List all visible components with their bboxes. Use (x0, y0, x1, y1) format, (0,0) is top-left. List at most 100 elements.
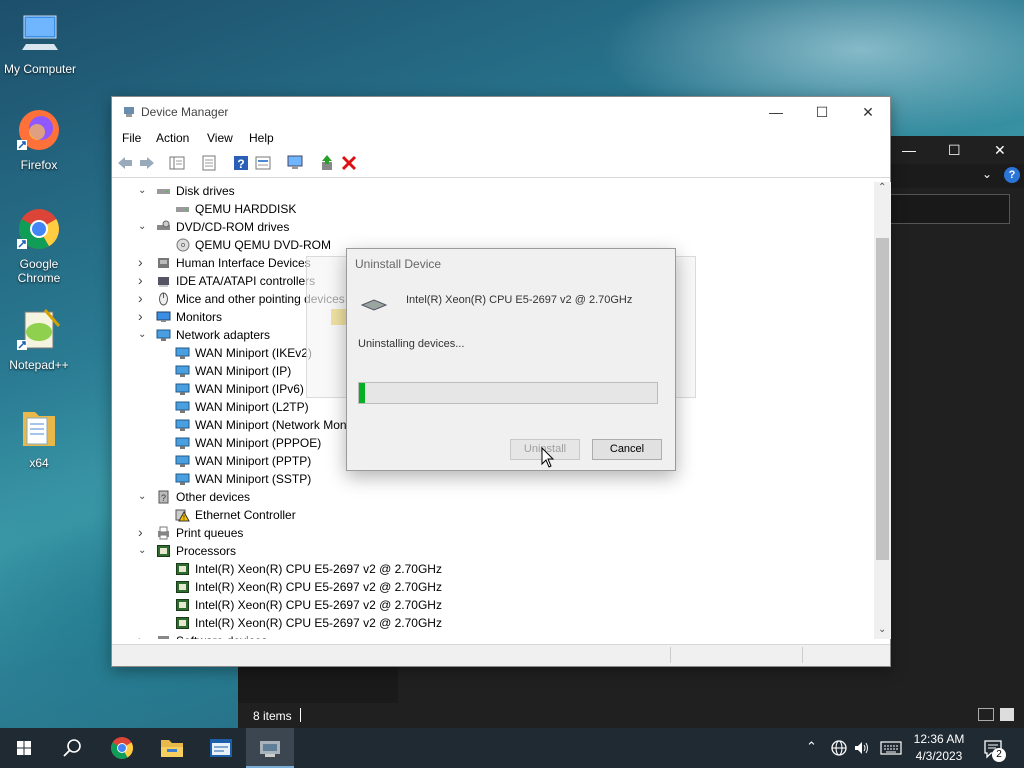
desktop-icon-notepadpp[interactable]: Notepad++ (0, 306, 79, 372)
tree-device[interactable]: Intel(R) Xeon(R) CPU E5-2697 v2 @ 2.70GH… (113, 596, 853, 614)
details-view-icon[interactable] (978, 708, 994, 721)
collapse-chevron-icon[interactable]: ⌄ (138, 326, 150, 344)
taskbar-file-explorer[interactable] (148, 728, 196, 768)
monitor-icon (156, 311, 171, 322)
tree-device[interactable]: WAN Miniport (SSTP) (113, 470, 853, 488)
clock[interactable]: 12:36 AM 4/3/2023 (904, 731, 974, 765)
tree-item-label: WAN Miniport (L2TP) (195, 400, 309, 414)
taskbar-control-panel[interactable] (197, 728, 245, 768)
minimize-button[interactable]: — (753, 97, 799, 127)
bg-minimize-button[interactable]: — (902, 142, 916, 158)
expand-chevron-icon[interactable]: › (138, 631, 150, 639)
tree-category[interactable]: › Software devices (113, 632, 853, 639)
menu-bar: File Action View Help (112, 128, 890, 148)
tree-item-label: Intel(R) Xeon(R) CPU E5-2697 v2 @ 2.70GH… (195, 580, 442, 594)
scroll-up-icon[interactable]: ⌃ (878, 182, 886, 193)
folder-icon (15, 404, 63, 452)
tree-category[interactable]: › Print queues (113, 524, 853, 542)
desktop-icon-firefox[interactable]: Firefox (0, 106, 79, 172)
app-window-icon (210, 739, 232, 757)
desktop-icon-my-computer[interactable]: My Computer (0, 10, 80, 76)
tree-device[interactable]: QEMU HARDDISK (113, 200, 853, 218)
tree-item-label: WAN Miniport (IPv6) (195, 382, 304, 396)
bg-search-box[interactable] (890, 194, 1010, 224)
tree-item-label: Intel(R) Xeon(R) CPU E5-2697 v2 @ 2.70GH… (195, 616, 442, 630)
tree-category[interactable]: ⌄ Disk drives (113, 182, 853, 200)
tree-item-label: WAN Miniport (PPPOE) (195, 436, 322, 450)
tree-device[interactable]: ! Ethernet Controller (113, 506, 853, 524)
forward-arrow-icon[interactable] (138, 154, 156, 172)
tree-category[interactable]: ⌄ Processors (113, 542, 853, 560)
properties-icon[interactable] (200, 154, 218, 172)
menu-help[interactable]: Help (249, 131, 274, 145)
taskbar-device-manager[interactable] (246, 728, 294, 768)
expand-chevron-icon[interactable]: › (138, 523, 150, 541)
collapse-chevron-icon[interactable]: ⌄ (138, 542, 150, 560)
maximize-button[interactable]: ☐ (799, 97, 845, 127)
speaker-icon[interactable] (853, 739, 871, 757)
uninstall-device-dialog[interactable]: Uninstall Device Intel(R) Xeon(R) CPU E5… (346, 248, 676, 471)
expand-chevron-icon[interactable]: › (138, 289, 150, 307)
menu-file[interactable]: File (122, 131, 141, 145)
tiles-view-icon[interactable] (1000, 708, 1014, 721)
scroll-down-icon[interactable]: ⌄ (878, 624, 886, 635)
tree-device[interactable]: Intel(R) Xeon(R) CPU E5-2697 v2 @ 2.70GH… (113, 614, 853, 632)
desktop-icon-chrome[interactable]: Google Chrome (0, 205, 79, 285)
help-icon[interactable]: ? (232, 154, 250, 172)
uninstall-progress-bar (358, 382, 658, 404)
chevron-up-icon[interactable]: ⌃ (806, 739, 817, 755)
warning-icon (331, 309, 347, 325)
tree-category[interactable]: ⌄? Other devices (113, 488, 853, 506)
vertical-scrollbar[interactable]: ⌃ ⌄ (874, 182, 891, 639)
update-driver-icon[interactable] (318, 154, 336, 172)
collapse-chevron-icon[interactable]: ⌄ (138, 182, 150, 200)
dvd-disc-icon (176, 238, 190, 252)
network-adapter-icon (175, 383, 190, 395)
tree-item-label: Disk drives (176, 184, 235, 198)
scrollbar-thumb[interactable] (876, 238, 889, 560)
computer-icon (16, 10, 64, 58)
cancel-button[interactable]: Cancel (592, 439, 662, 460)
desktop-icon-label: x64 (29, 456, 49, 470)
expand-chevron-icon[interactable]: › (138, 271, 150, 289)
desktop-icon-x64[interactable]: x64 (0, 404, 79, 470)
help-icon[interactable]: ? (1004, 167, 1020, 183)
mouse-icon (159, 292, 168, 306)
device-manager-icon (260, 741, 280, 757)
bg-maximize-button[interactable]: ☐ (948, 142, 961, 159)
close-button[interactable]: ✕ (845, 97, 891, 127)
keyboard-icon[interactable] (880, 740, 902, 756)
collapse-chevron-icon[interactable]: ⌄ (138, 218, 150, 236)
chevron-down-icon[interactable]: ⌄ (982, 167, 992, 181)
start-button[interactable] (0, 728, 48, 768)
back-arrow-icon[interactable] (116, 154, 134, 172)
show-hide-tree-icon[interactable] (168, 154, 186, 172)
collapse-chevron-icon[interactable]: ⌄ (138, 488, 150, 506)
dvd-drive-icon (157, 220, 170, 230)
tree-category[interactable]: ⌄ DVD/CD-ROM drives (113, 218, 853, 236)
processor-icon (176, 581, 189, 593)
uninstall-device-icon[interactable] (340, 154, 358, 172)
dialog-device-name: Intel(R) Xeon(R) CPU E5-2697 v2 @ 2.70GH… (406, 294, 633, 306)
menu-view[interactable]: View (207, 131, 233, 145)
chrome-icon (15, 205, 63, 253)
taskbar-chrome[interactable] (98, 728, 146, 768)
tree-device[interactable]: Intel(R) Xeon(R) CPU E5-2697 v2 @ 2.70GH… (113, 560, 853, 578)
search-button[interactable] (48, 728, 96, 768)
tree-device[interactable]: Intel(R) Xeon(R) CPU E5-2697 v2 @ 2.70GH… (113, 578, 853, 596)
globe-icon[interactable] (830, 739, 848, 757)
item-count: 8 items (253, 709, 292, 723)
expand-chevron-icon[interactable]: › (138, 307, 150, 325)
title-bar[interactable]: Device Manager — ☐ ✕ (112, 97, 890, 128)
firefox-icon (15, 106, 63, 154)
dialog-title: Uninstall Device (355, 257, 442, 271)
network-adapter-icon (175, 401, 190, 413)
tree-item-label: Monitors (176, 310, 223, 324)
scan-hardware-icon[interactable] (286, 154, 304, 172)
warning-device-icon: ! (175, 509, 190, 522)
menu-action[interactable]: Action (156, 131, 189, 145)
expand-chevron-icon[interactable]: › (138, 253, 150, 271)
view-list-icon[interactable] (254, 154, 272, 172)
software-device-icon (158, 636, 169, 639)
bg-close-button[interactable]: ✕ (994, 142, 1006, 159)
